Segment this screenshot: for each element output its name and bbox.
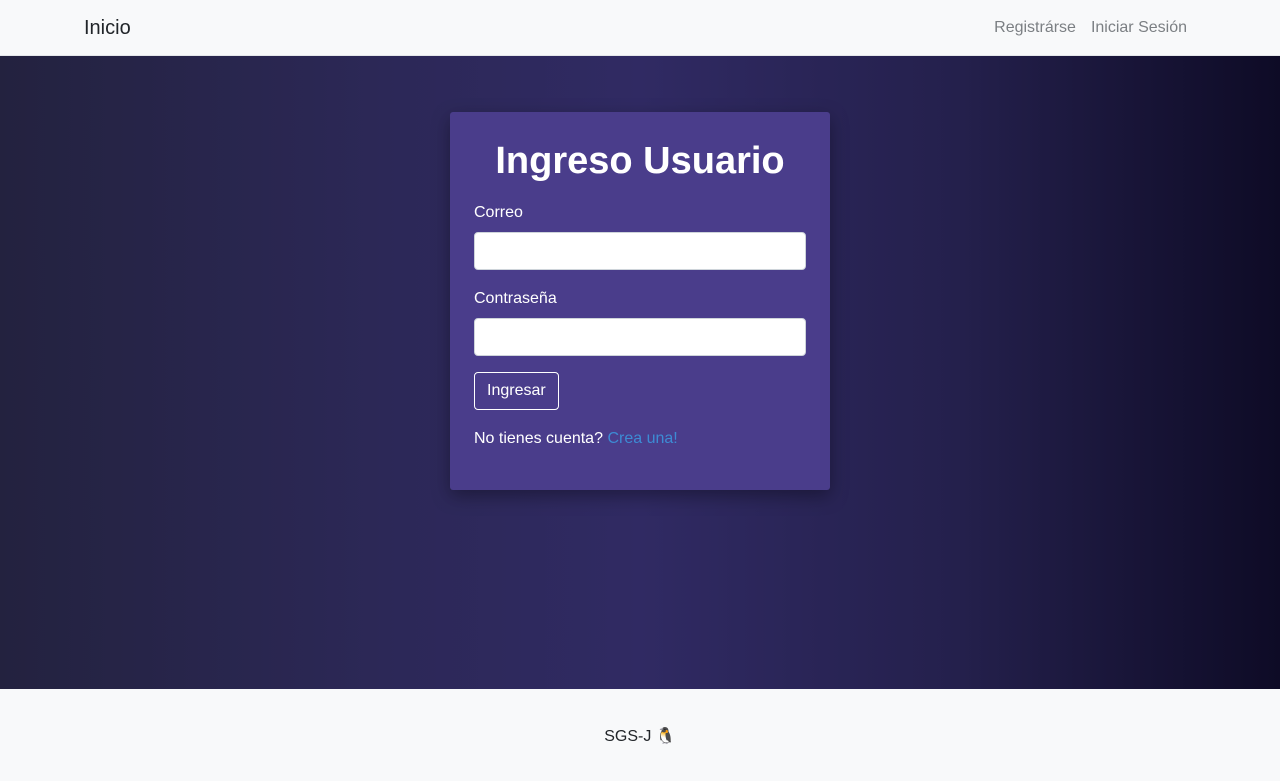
signup-link[interactable]: Crea una!: [607, 430, 677, 447]
login-submit-button[interactable]: Ingresar: [474, 372, 559, 410]
nav-links: Registrárse Iniciar Sesión: [994, 18, 1187, 38]
signup-prompt-line: No tienes cuenta? Crea una!: [474, 429, 678, 449]
brand-home-link[interactable]: Inicio: [84, 16, 131, 40]
nav-register-link[interactable]: Registrárse: [994, 18, 1076, 38]
signup-prompt-text: No tienes cuenta?: [474, 430, 603, 447]
login-card: Ingreso Usuario Correo Contraseña Ingres…: [450, 112, 830, 490]
login-title: Ingreso Usuario: [495, 140, 785, 182]
top-navbar: Inicio Registrárse Iniciar Sesión: [0, 0, 1280, 56]
email-field[interactable]: [474, 232, 806, 270]
nav-login-link[interactable]: Iniciar Sesión: [1091, 18, 1187, 38]
page-footer: SGS-J 🐧: [0, 689, 1280, 781]
hero-background: Ingreso Usuario Correo Contraseña Ingres…: [0, 56, 1280, 689]
password-label: Contraseña: [474, 290, 557, 307]
email-label: Correo: [474, 204, 523, 221]
footer-text: SGS-J 🐧: [604, 728, 676, 745]
password-field[interactable]: [474, 318, 806, 356]
